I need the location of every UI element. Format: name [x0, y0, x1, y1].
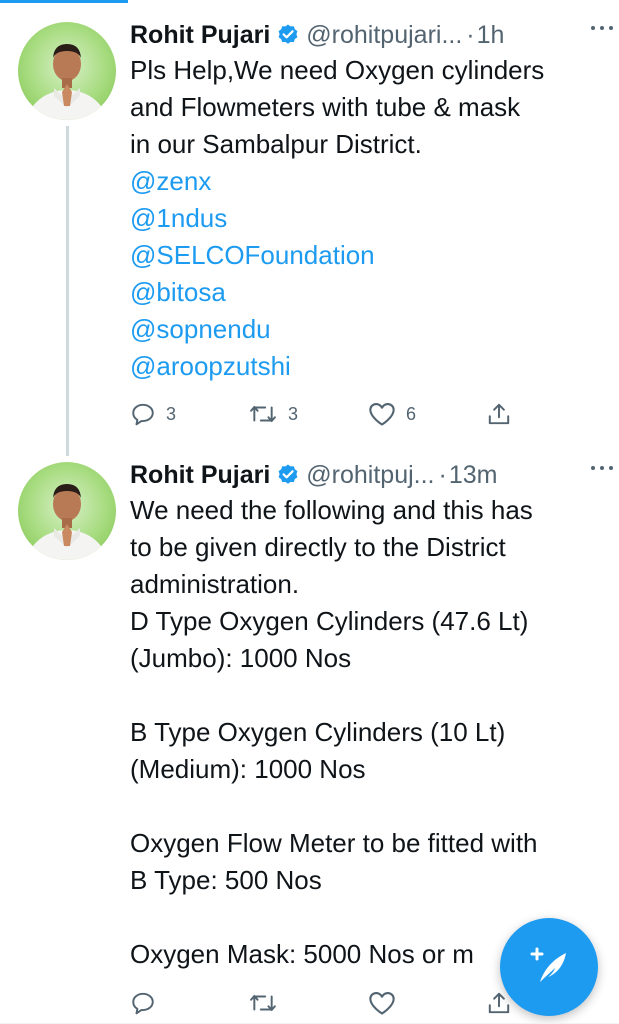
tweet-text: We need the following and this has to be…	[130, 492, 600, 973]
tweet-text-line: to be given directly to the District	[130, 532, 506, 562]
tweet-text-line: B Type: 500 Nos	[130, 865, 322, 895]
tweet-text-line: in our Sambalpur District.	[130, 129, 422, 159]
tweet-text-line: D Type Oxygen Cylinders (47.6 Lt)	[130, 606, 529, 636]
tweet-text-line: We need the following and this has	[130, 495, 533, 525]
author-handle[interactable]: @rohitpuj...	[306, 461, 434, 490]
tweet-text-line: (Jumbo): 1000 Nos	[130, 643, 352, 673]
compose-tweet-icon	[530, 947, 566, 982]
verified-badge-icon	[278, 24, 298, 44]
retweet-button[interactable]	[248, 990, 278, 1016]
heart-icon	[369, 992, 395, 1015]
more-options-icon[interactable]	[591, 466, 613, 470]
author-handle[interactable]: @rohitpujari...	[306, 21, 462, 50]
retweet-button[interactable]: 3	[248, 401, 298, 427]
author-name[interactable]: Rohit Pujari	[130, 461, 270, 490]
verified-badge-icon	[278, 464, 298, 484]
avatar-portrait-icon	[27, 484, 107, 560]
mention-link[interactable]: @aroopzutshi	[130, 348, 600, 385]
retweet-icon	[250, 994, 276, 1012]
retweet-icon	[250, 405, 276, 423]
avatar[interactable]	[18, 22, 116, 120]
like-button[interactable]	[368, 990, 396, 1016]
mention-link[interactable]: @SELCOFoundation	[130, 237, 600, 274]
tweet-timestamp[interactable]: 1h	[477, 21, 505, 50]
reply-count: 3	[166, 403, 177, 424]
share-icon	[488, 403, 510, 425]
tweet[interactable]: Rohit Pujari @rohitpujari... · 1h Pls He…	[130, 18, 613, 385]
mention-link[interactable]: @1ndus	[130, 200, 600, 237]
author-name[interactable]: Rohit Pujari	[130, 21, 270, 50]
tweet-actions	[130, 990, 510, 1020]
reply-icon	[132, 992, 154, 1015]
retweet-count: 3	[288, 403, 299, 424]
avatar[interactable]	[18, 462, 116, 560]
reply-button[interactable]: 3	[130, 401, 176, 427]
reply-button[interactable]	[130, 990, 156, 1016]
header-separator: ·	[466, 20, 475, 49]
tweet-header: Rohit Pujari @rohitpuj... · 13m	[130, 458, 613, 492]
reply-icon	[132, 403, 154, 426]
tweet-thread-screen: Rohit Pujari @rohitpujari... · 1h Pls He…	[0, 0, 619, 1024]
mention-link[interactable]: @zenx	[130, 163, 600, 200]
avatar-portrait-icon	[27, 44, 107, 120]
top-progress-bar	[0, 0, 128, 3]
tweet-timestamp[interactable]: 13m	[449, 461, 498, 490]
tweet-text-line: B Type Oxygen Cylinders (10 Lt)	[130, 717, 506, 747]
header-separator: ·	[438, 460, 447, 489]
mention-link[interactable]: @bitosa	[130, 274, 600, 311]
share-button[interactable]	[486, 401, 512, 427]
tweet-text-line: (Medium): 1000 Nos	[130, 754, 366, 784]
like-button[interactable]: 6	[368, 401, 416, 427]
tweet-text-line: administration.	[130, 569, 300, 599]
tweet-text-line: Pls Help,We need Oxygen cylinders	[130, 55, 545, 85]
mention-link[interactable]: @sopnendu	[130, 311, 600, 348]
tweet[interactable]: Rohit Pujari @rohitpuj... · 13m We need …	[130, 458, 613, 973]
tweet-text: Pls Help,We need Oxygen cylinders and Fl…	[130, 52, 600, 385]
compose-tweet-button[interactable]	[500, 918, 598, 1016]
tweet-text-line: Oxygen Flow Meter to be fitted with	[130, 828, 538, 858]
tweet-actions: 3 3 6	[130, 401, 510, 431]
tweet-text-line: and Flowmeters with tube & mask	[130, 92, 521, 122]
heart-icon	[369, 403, 395, 426]
tweet-header: Rohit Pujari @rohitpujari... · 1h	[130, 18, 613, 52]
thread-connector-line	[66, 126, 69, 456]
like-count: 6	[406, 403, 417, 424]
more-options-icon[interactable]	[591, 26, 613, 30]
